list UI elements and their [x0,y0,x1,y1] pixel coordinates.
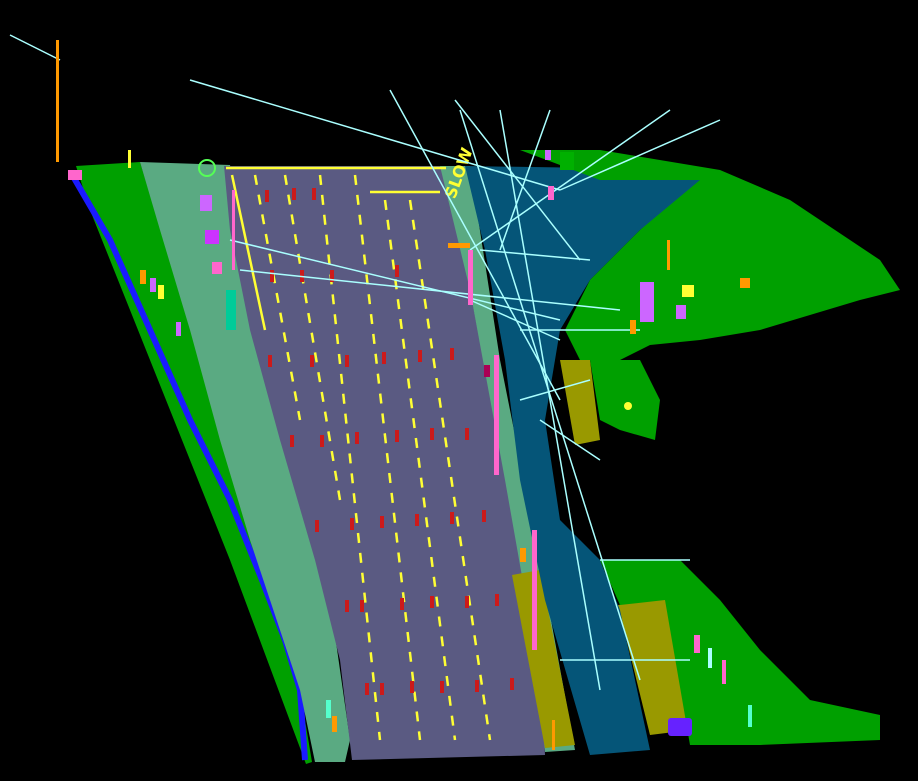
object-green-box [560,152,574,170]
object-yellow [682,285,694,297]
object-magenta-block [205,230,219,244]
pole-orange-3 [667,240,670,270]
pole-magenta-2 [468,250,473,305]
object-teal-post [226,290,236,330]
pole-magenta-1 [232,190,235,270]
object-purple [640,282,654,322]
pole-orange-2 [552,720,555,750]
object-darkred [484,365,490,377]
pole-orange-4 [448,243,470,248]
object-magenta-sign [68,170,82,180]
pole-magenta-3 [494,355,499,475]
point-cloud-scene: SLOW [0,0,918,781]
object-yellow-dot [624,402,632,410]
pole-orange-1 [520,548,526,562]
car-violet [668,718,692,736]
pole-orange-topleft [56,40,59,162]
pole-magenta-4 [532,530,537,650]
